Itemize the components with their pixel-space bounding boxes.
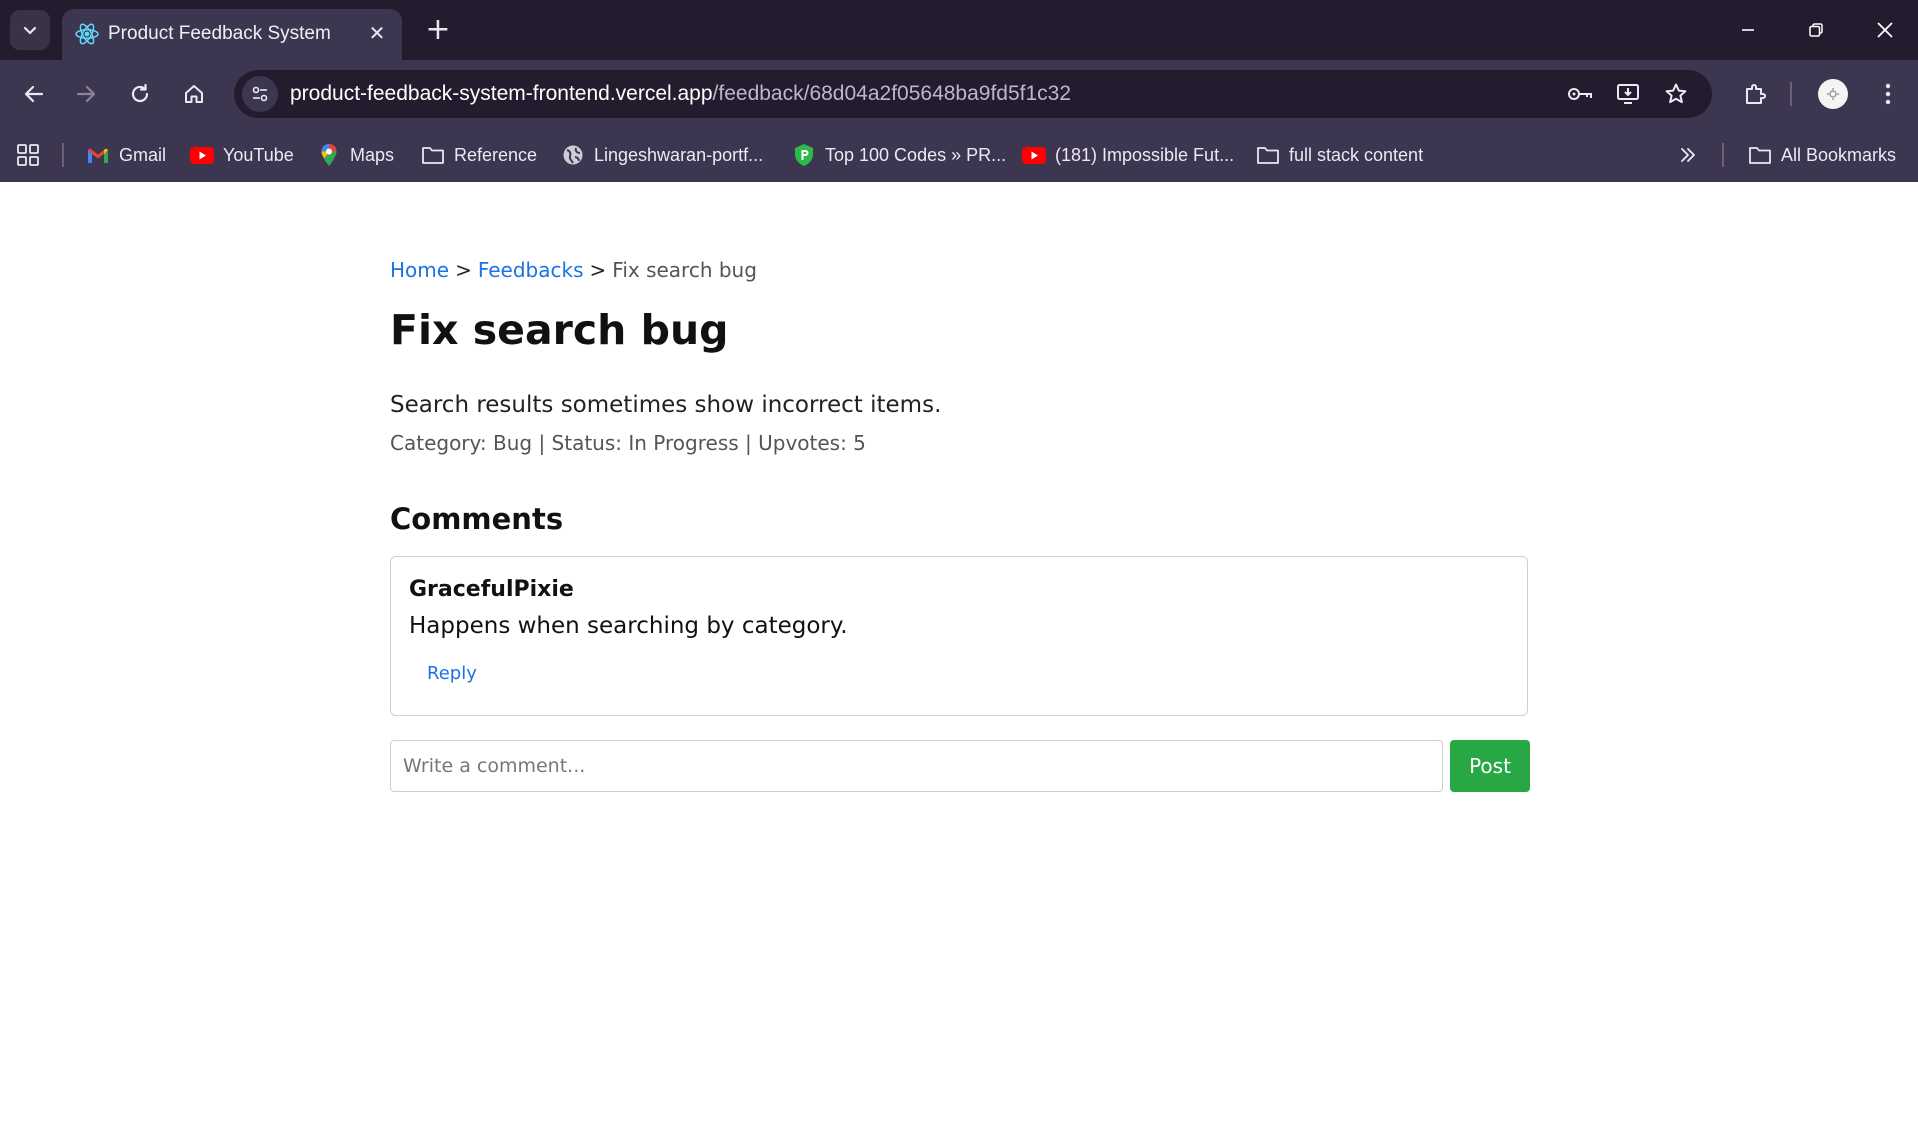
menu-button[interactable] xyxy=(1868,74,1908,114)
breadcrumb-separator: > xyxy=(455,258,472,282)
globe-icon xyxy=(561,143,585,167)
tune-icon xyxy=(252,86,268,102)
folder-icon xyxy=(1256,143,1280,167)
more-vert-icon xyxy=(1885,83,1891,105)
bookmark-youtube[interactable]: YouTube xyxy=(190,141,294,169)
bookmarks-bar: Gmail YouTube Maps Reference Lingeshwara… xyxy=(0,128,1918,182)
minimize-button[interactable] xyxy=(1726,10,1770,50)
feedback-meta: Category: Bug | Status: In Progress | Up… xyxy=(390,431,866,455)
profile-avatar-icon xyxy=(1827,88,1839,100)
bookmark-impossible-future[interactable]: (181) Impossible Fut... xyxy=(1022,141,1234,169)
bookmark-label: Maps xyxy=(350,144,395,165)
bookmark-gmail[interactable]: Gmail xyxy=(86,141,166,169)
gmail-icon xyxy=(86,143,110,167)
all-bookmarks-button[interactable]: All Bookmarks xyxy=(1748,141,1896,169)
comment-card: GracefulPixie Happens when searching by … xyxy=(390,556,1528,716)
forward-button[interactable] xyxy=(66,74,106,114)
apps-button[interactable] xyxy=(16,141,40,169)
new-tab-button[interactable]: + xyxy=(420,12,456,48)
tab-title: Product Feedback System xyxy=(108,23,331,44)
breadcrumb: Home > Feedbacks > Fix search bug xyxy=(390,258,757,282)
url-text[interactable]: product-feedback-system-frontend.vercel.… xyxy=(290,70,1071,118)
profile-button[interactable] xyxy=(1813,74,1853,114)
youtube-icon xyxy=(190,143,214,167)
breadcrumb-separator: > xyxy=(589,258,607,282)
bookmarks-overflow-button[interactable] xyxy=(1678,141,1698,169)
bookmark-label: Top 100 Codes » PR... xyxy=(825,144,1007,165)
tab-close-icon[interactable]: ✕ xyxy=(364,20,390,46)
comment-text: Happens when searching by category. xyxy=(409,613,848,639)
bookmarks-divider xyxy=(1722,143,1724,167)
bookmark-maps[interactable]: Maps xyxy=(317,141,394,169)
page-content: Home > Feedbacks > Fix search bug Fix search… xyxy=(0,182,1918,1129)
toolbar-divider xyxy=(1790,82,1792,106)
home-button[interactable] xyxy=(174,74,214,114)
feedback-description: Search results sometimes show incorrect … xyxy=(390,392,942,418)
home-icon xyxy=(185,85,203,103)
extensions-button[interactable] xyxy=(1735,74,1775,114)
reply-button[interactable]: Reply xyxy=(427,663,477,684)
avatar xyxy=(1818,79,1848,109)
bookmark-label: full stack content xyxy=(1289,144,1424,165)
bookmark-label: Lingeshwaran-portf... xyxy=(594,144,764,165)
browser-toolbar: product-feedback-system-frontend.vercel.… xyxy=(0,60,1918,128)
youtube-icon xyxy=(1022,143,1046,167)
reload-icon xyxy=(131,83,149,103)
password-key-icon[interactable] xyxy=(1564,78,1596,110)
comments-heading: Comments xyxy=(390,502,564,536)
install-app-icon[interactable] xyxy=(1612,78,1644,110)
back-arrow-icon xyxy=(24,85,44,103)
minimize-icon xyxy=(1742,29,1754,31)
browser-tab-bar: Product Feedback System ✕ + xyxy=(0,0,1918,60)
forward-arrow-icon xyxy=(76,85,96,103)
url-path: /feedback/68d04a2f05648ba9fd5f1c32 xyxy=(712,82,1072,105)
shield-icon xyxy=(792,143,816,167)
bookmark-reference[interactable]: Reference xyxy=(421,141,537,169)
chevron-down-icon xyxy=(23,26,37,35)
bookmark-label: Reference xyxy=(454,144,538,165)
tab-search-button[interactable] xyxy=(10,10,50,50)
back-button[interactable] xyxy=(14,74,54,114)
bookmark-portfolio[interactable]: Lingeshwaran-portf... xyxy=(561,141,763,169)
maps-icon xyxy=(317,143,341,167)
breadcrumb-current: Fix search bug xyxy=(612,258,757,282)
double-chevron-right-icon xyxy=(1681,148,1695,162)
react-icon xyxy=(75,23,99,45)
site-info-button[interactable] xyxy=(242,76,278,112)
browser-tab[interactable]: Product Feedback System ✕ xyxy=(62,9,402,60)
restore-button[interactable] xyxy=(1794,10,1838,50)
close-icon xyxy=(1877,22,1893,38)
url-host: product-feedback-system-frontend.vercel.… xyxy=(290,82,713,105)
restore-icon xyxy=(1809,23,1823,37)
breadcrumb-home-link[interactable]: Home xyxy=(390,258,449,282)
folder-icon xyxy=(421,143,445,167)
bookmark-label: YouTube xyxy=(223,144,294,165)
apps-grid-icon xyxy=(17,144,39,166)
comment-input[interactable] xyxy=(390,740,1443,792)
bookmarks-divider xyxy=(62,143,64,167)
page-title: Fix search bug xyxy=(390,306,729,354)
breadcrumb-feedbacks-link[interactable]: Feedbacks xyxy=(478,258,584,282)
close-window-button[interactable] xyxy=(1863,10,1907,50)
address-bar[interactable]: product-feedback-system-frontend.vercel.… xyxy=(234,70,1712,118)
bookmark-label: Gmail xyxy=(119,144,167,165)
post-button[interactable]: Post xyxy=(1450,740,1530,792)
puzzle-icon xyxy=(1746,84,1766,104)
bookmark-star-icon[interactable] xyxy=(1660,78,1692,110)
bookmark-full-stack[interactable]: full stack content xyxy=(1256,141,1423,169)
folder-icon xyxy=(1748,143,1772,167)
comment-author: GracefulPixie xyxy=(409,577,574,602)
all-bookmarks-label: All Bookmarks xyxy=(1781,144,1897,165)
bookmark-label: (181) Impossible Fut... xyxy=(1055,144,1235,165)
bookmark-top-codes[interactable]: Top 100 Codes » PR... xyxy=(792,141,1006,169)
reload-button[interactable] xyxy=(120,74,160,114)
